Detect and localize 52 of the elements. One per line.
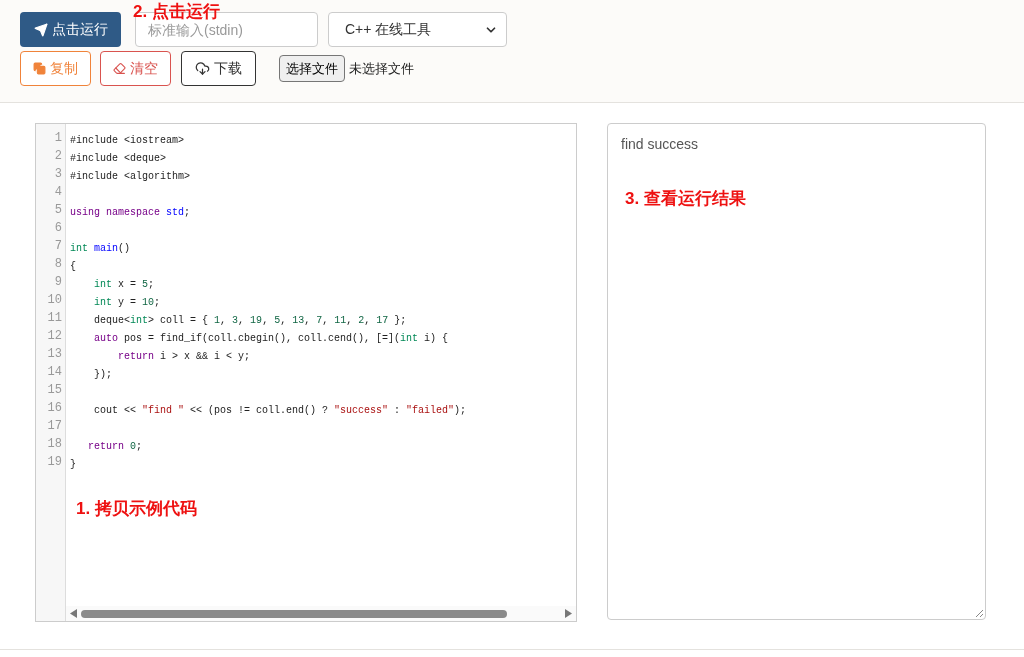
language-select[interactable]: C++ 在线工具 [328, 12, 507, 47]
line-number: 5 [53, 202, 63, 219]
code-line: int y = 10; [93, 297, 161, 308]
code-line: int x = 5; [93, 279, 155, 290]
scrollbar-thumb[interactable] [81, 609, 507, 618]
run-button[interactable]: 点击运行 [20, 12, 121, 47]
cloud-download-icon [195, 61, 210, 76]
file-status: 未选择文件 [349, 59, 414, 78]
line-number: 10 [46, 292, 63, 309]
line-number: 7 [53, 238, 63, 255]
annotation-text: 1. 拷贝示例代码 [76, 498, 197, 520]
line-number: 18 [46, 436, 63, 453]
line-number: 14 [46, 364, 63, 381]
code-line: #include <iostream> [70, 135, 185, 146]
line-number: 1 [53, 130, 63, 147]
code-line: #include <algorithm> [70, 171, 191, 182]
line-number: 19 [46, 454, 63, 471]
line-number: 11 [46, 310, 63, 327]
send-icon [33, 22, 48, 37]
choose-file-button[interactable]: 选择文件 [279, 55, 345, 82]
scroll-left-icon[interactable] [70, 609, 77, 618]
line-number: 16 [46, 400, 63, 417]
line-number: 13 [46, 346, 63, 363]
code-line: #include <deque> [70, 153, 166, 164]
line-number: 3 [53, 166, 63, 183]
code-line: return i > x && i < y; [117, 351, 251, 362]
code-line: } [70, 459, 76, 470]
code-line: auto pos = find_if(coll.cbegin(), coll.cend(), [=](int i) { [93, 333, 449, 344]
download-button[interactable]: 下载 [181, 51, 256, 86]
line-number: 8 [53, 256, 63, 273]
clear-button[interactable]: 清空 [100, 51, 171, 86]
line-number: 15 [46, 382, 63, 399]
code-line: using namespace std; [70, 207, 191, 218]
line-number: 6 [53, 220, 63, 237]
output-text: find success [621, 136, 699, 152]
code-line: cout << "find " << (pos != coll.end() ? "success" : "failed"); [93, 405, 467, 416]
line-number: 9 [53, 274, 63, 291]
resize-handle-icon[interactable] [975, 609, 983, 617]
code-line: return 0; [87, 441, 143, 452]
copy-icon [33, 62, 46, 75]
code-line: }); [93, 369, 112, 380]
scroll-right-icon[interactable] [565, 609, 572, 618]
line-number: 17 [46, 418, 63, 435]
eraser-icon [113, 62, 126, 75]
annotation-text: 3. 查看运行结果 [625, 188, 746, 210]
code-line: deque<int> coll = { 1, 3, 19, 5, 13, 7, 11, 2, 17 }; [93, 315, 407, 326]
code-line: int main() [70, 243, 131, 254]
line-number: 12 [46, 328, 63, 345]
line-number: 2 [53, 148, 63, 165]
line-number: 4 [53, 184, 63, 201]
code-editor[interactable] [35, 123, 577, 622]
code-line: { [70, 261, 76, 272]
